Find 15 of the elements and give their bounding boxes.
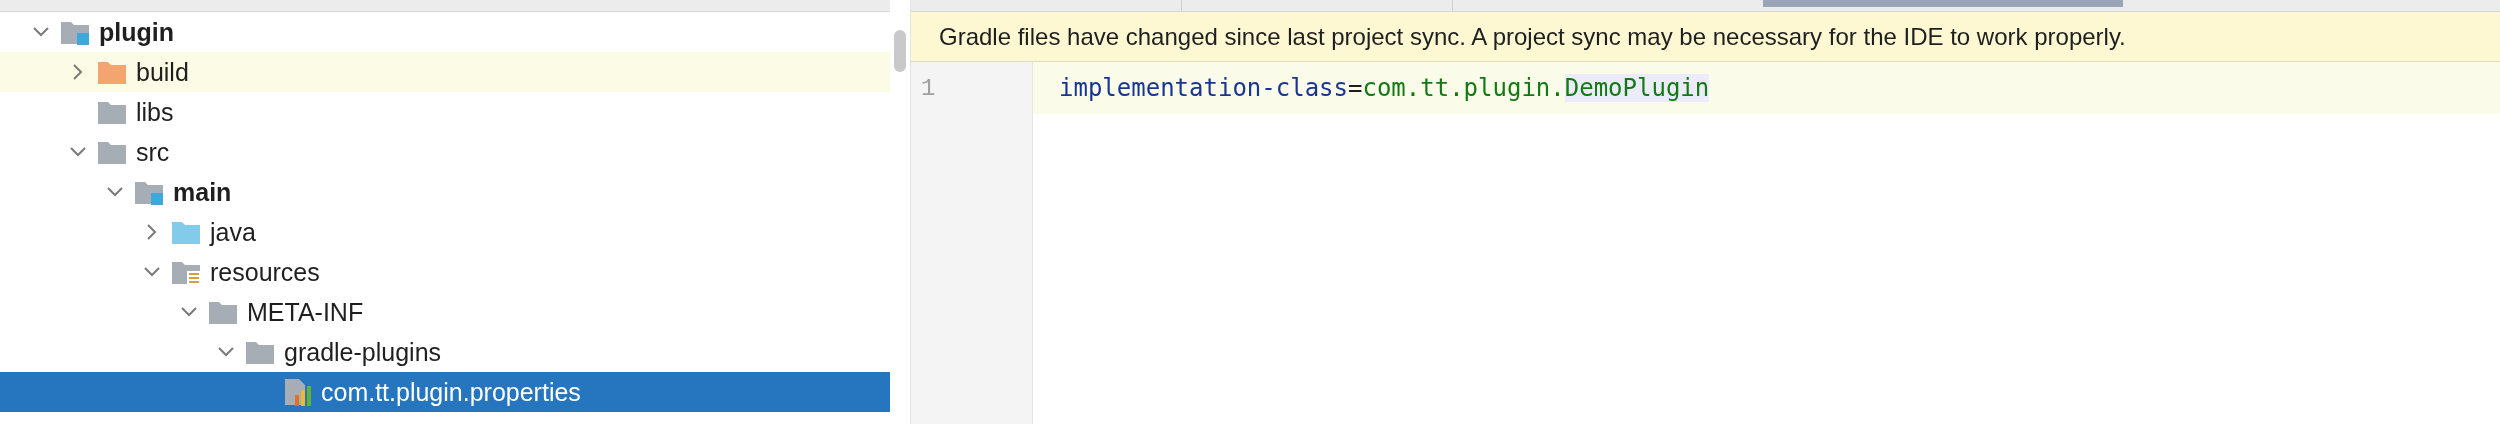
properties-file-icon (282, 378, 312, 406)
tree-row[interactable]: plugin (0, 12, 890, 52)
line-number: 1 (921, 74, 936, 102)
tree-row[interactable]: gradle-plugins (0, 332, 890, 372)
tree-row[interactable]: build (0, 52, 890, 92)
tree-row[interactable]: META-INF (0, 292, 890, 332)
tree-row[interactable]: main (0, 172, 890, 212)
tree-row[interactable]: resources (0, 252, 890, 292)
tree-row[interactable]: java (0, 212, 890, 252)
tree-row[interactable]: libs (0, 92, 890, 132)
tree-row[interactable]: com.tt.plugin.properties (0, 372, 890, 412)
scrollbar-thumb[interactable] (894, 30, 906, 72)
code-line: implementation-class=com.tt.plugin.DemoPlugin (1059, 74, 1710, 102)
tree-row[interactable]: src (0, 132, 890, 172)
sync-notification: Gradle files have changed since last project sync. A project sync may be necessary for the IDE to work properly. (911, 12, 2500, 62)
